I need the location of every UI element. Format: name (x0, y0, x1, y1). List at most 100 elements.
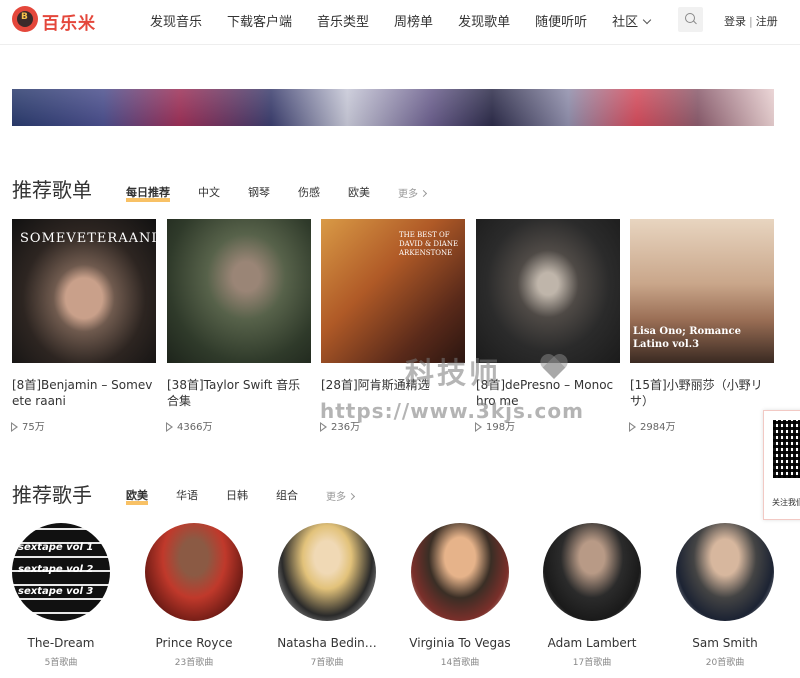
playlist-card[interactable]: Lisa Ono; Romance Latino vol.3 [15首]小野丽莎… (629, 219, 774, 433)
singer-avatar[interactable] (145, 523, 243, 621)
playlist-title[interactable]: [15首]小野丽莎（小野リサ） (630, 377, 774, 409)
song-count: 7首歌曲 (310, 658, 344, 668)
tab-western[interactable]: 欧美 (348, 184, 370, 200)
tab-jpkr-singers[interactable]: 日韩 (226, 487, 248, 503)
playlist-title[interactable]: [28首]阿肯斯通精选 (321, 377, 465, 409)
logo-text: 百乐米 (42, 14, 96, 34)
playlist-card[interactable]: [8首]dePresno – Monochro me 198万 (475, 219, 620, 433)
play-count: 198万 (475, 418, 620, 433)
play-count-value: 4366万 (177, 422, 213, 433)
tab-western-singers[interactable]: 欧美 (126, 487, 148, 505)
singers-section-title: 推荐歌手 (12, 483, 92, 507)
singer-avatar[interactable] (278, 523, 376, 621)
play-count: 2984万 (629, 418, 774, 433)
tab-chinese-singers[interactable]: 华语 (176, 487, 198, 503)
cover-text: SOMEVETERAANI (20, 231, 156, 246)
singer-name[interactable]: The-Dream (0, 636, 126, 650)
playlists-section-title: 推荐歌单 (12, 178, 92, 202)
play-count-value: 75万 (22, 422, 45, 433)
song-count: 23首歌曲 (174, 658, 214, 668)
playlist-card[interactable]: THE BEST OF DAVID & DIANE ARKENSTONE [28… (320, 219, 465, 433)
login-link[interactable]: 登录 (724, 15, 746, 28)
cover-text: Lisa Ono; Romance Latino vol.3 (633, 326, 742, 350)
register-link[interactable]: 注册 (756, 15, 778, 28)
more-label: 更多 (398, 188, 418, 200)
singer-avatar[interactable] (543, 523, 641, 621)
chevron-down-icon (642, 15, 652, 25)
play-count: 236万 (320, 418, 465, 433)
singer-name[interactable]: Natasha Bedin… (262, 636, 392, 650)
playlist-tabs: 每日推荐 中文 钢琴 伤感 欧美 更多 (126, 184, 428, 202)
playlist-cover[interactable] (167, 219, 311, 363)
play-icon (320, 422, 327, 432)
tab-chinese[interactable]: 中文 (198, 184, 220, 200)
qr-follow-widget[interactable]: 关注我们 (763, 410, 800, 520)
qr-code-icon (773, 420, 800, 478)
nav-discover-music[interactable]: 发现音乐 (150, 11, 202, 30)
play-count: 4366万 (166, 418, 311, 433)
tab-groups[interactable]: 组合 (276, 487, 298, 503)
play-count: 75万 (11, 418, 156, 433)
auth-separator: | (749, 15, 753, 28)
singer-tabs: 欧美 华语 日韩 组合 更多 (126, 487, 356, 505)
play-count-value: 236万 (331, 422, 361, 433)
nav-discover-playlists[interactable]: 发现歌单 (458, 11, 510, 30)
playlist-card[interactable]: [38首]Taylor Swift 音乐合集 4366万 (166, 219, 311, 433)
avatar-text: sextape vol 1 sextape vol 2 sextape vol … (18, 542, 94, 597)
nav-random-listen[interactable]: 随便听听 (535, 11, 587, 30)
chevron-right-icon (419, 189, 428, 197)
playlist-card[interactable]: SOMEVETERAANI [8首]Benjamin – Somevete ra… (11, 219, 156, 433)
nav-music-genres[interactable]: 音乐类型 (317, 11, 369, 30)
play-count-value: 198万 (486, 422, 516, 433)
singers-more-link[interactable]: 更多 (326, 488, 356, 503)
singer-card[interactable]: sextape vol 1 sextape vol 2 sextape vol … (0, 523, 126, 668)
logo-icon: B (12, 6, 38, 32)
nav-download-client[interactable]: 下载客户端 (227, 11, 292, 30)
singer-card[interactable]: Natasha Bedin… 7首歌曲 (262, 523, 392, 668)
nav-weekly-charts[interactable]: 周榜单 (394, 11, 433, 30)
singer-avatar[interactable]: sextape vol 1 sextape vol 2 sextape vol … (12, 523, 110, 621)
play-count-value: 2984万 (640, 422, 676, 433)
top-navigation-bar: B 百乐米 发现音乐 下载客户端 音乐类型 周榜单 发现歌单 随便听听 社区 登… (0, 0, 800, 45)
song-count: 5首歌曲 (44, 658, 78, 668)
singer-avatar[interactable] (676, 523, 774, 621)
singer-name[interactable]: Sam Smith (660, 636, 790, 650)
singer-card[interactable]: Virginia To Vegas 14首歌曲 (395, 523, 525, 668)
singer-card[interactable]: Sam Smith 20首歌曲 (660, 523, 790, 668)
playlist-cover[interactable]: SOMEVETERAANI (12, 219, 156, 363)
cover-text: THE BEST OF DAVID & DIANE ARKENSTONE (399, 231, 459, 257)
main-nav: 发现音乐 下载客户端 音乐类型 周榜单 发现歌单 随便听听 社区 (150, 11, 675, 30)
play-icon (166, 422, 173, 432)
playlist-cover[interactable] (476, 219, 620, 363)
playlists-more-link[interactable]: 更多 (398, 185, 428, 200)
playlist-title[interactable]: [8首]dePresno – Monochro me (476, 377, 620, 409)
playlist-cover[interactable]: THE BEST OF DAVID & DIANE ARKENSTONE (321, 219, 465, 363)
playlist-title[interactable]: [8首]Benjamin – Somevete raani (12, 377, 156, 409)
song-count: 14首歌曲 (440, 658, 480, 668)
tab-piano[interactable]: 钢琴 (248, 184, 270, 200)
qr-label: 关注我们 (772, 498, 800, 507)
search-button[interactable] (678, 7, 703, 32)
singer-name[interactable]: Prince Royce (129, 636, 259, 650)
tab-sad[interactable]: 伤感 (298, 184, 320, 200)
playlist-cover[interactable]: Lisa Ono; Romance Latino vol.3 (630, 219, 774, 363)
song-count: 17首歌曲 (572, 658, 612, 668)
singer-avatar[interactable] (411, 523, 509, 621)
singer-name[interactable]: Virginia To Vegas (395, 636, 525, 650)
auth-links: 登录 | 注册 (724, 13, 778, 29)
song-count: 20首歌曲 (705, 658, 745, 668)
singer-card[interactable]: Adam Lambert 17首歌曲 (527, 523, 657, 668)
more-label: 更多 (326, 491, 346, 503)
tab-daily-recommend[interactable]: 每日推荐 (126, 184, 170, 202)
play-icon (629, 422, 636, 432)
banner-carousel[interactable] (12, 89, 774, 126)
site-logo[interactable]: B 百乐米 (12, 6, 102, 34)
nav-community[interactable]: 社区 (612, 11, 652, 30)
play-icon (11, 422, 18, 432)
play-icon (475, 422, 482, 432)
chevron-right-icon (347, 492, 356, 500)
singer-card[interactable]: Prince Royce 23首歌曲 (129, 523, 259, 668)
nav-community-label: 社区 (612, 15, 639, 30)
playlist-title[interactable]: [38首]Taylor Swift 音乐合集 (167, 377, 311, 409)
singer-name[interactable]: Adam Lambert (527, 636, 657, 650)
